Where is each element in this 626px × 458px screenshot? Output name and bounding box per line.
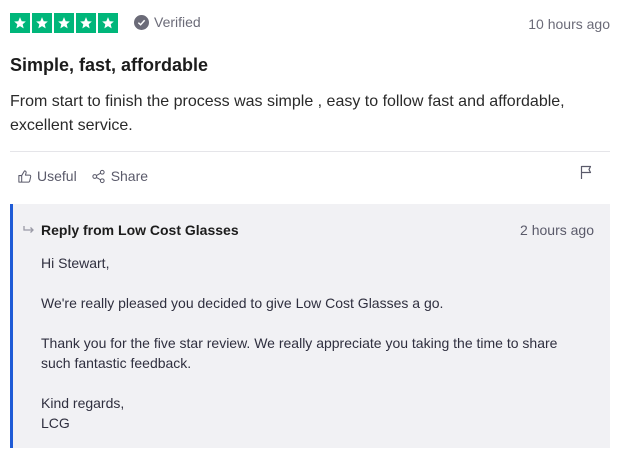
- star-icon: [32, 13, 52, 33]
- divider: [10, 151, 610, 152]
- verified-badge: Verified: [134, 14, 201, 30]
- share-label: Share: [110, 168, 149, 184]
- reply-title: Reply from Low Cost Glasses: [41, 222, 239, 238]
- thumbs-up-icon: [18, 169, 32, 183]
- reply-signoff: Kind regards, LCG: [41, 393, 581, 433]
- star-rating: [10, 13, 118, 33]
- review-text: From start to finish the process was sim…: [10, 93, 565, 134]
- star-icon: [10, 13, 30, 33]
- company-reply: Reply from Low Cost Glasses 2 hours ago …: [10, 204, 610, 448]
- reply-body: Hi Stewart, We're really pleased you dec…: [41, 253, 581, 433]
- review-title: Simple, fast, affordable: [10, 55, 209, 75]
- useful-button[interactable]: Useful: [17, 168, 77, 184]
- reply-paragraph: Thank you for the five star review. We r…: [41, 335, 558, 371]
- star-icon: [76, 13, 96, 33]
- star-icon: [54, 13, 74, 33]
- reply-signoff-name: LCG: [41, 415, 70, 431]
- share-icon: [92, 169, 105, 183]
- reply-paragraph: We're really pleased you decided to give…: [41, 295, 444, 311]
- reply-date: 2 hours ago: [520, 222, 594, 238]
- check-circle-icon: [134, 14, 149, 30]
- review-actions: Useful Share: [17, 168, 148, 184]
- reply-signoff-line: Kind regards,: [41, 395, 125, 411]
- reply-header: Reply from Low Cost Glasses: [23, 222, 239, 238]
- verified-label: Verified: [154, 14, 201, 30]
- reply-arrow-icon: [23, 226, 34, 233]
- useful-label: Useful: [37, 168, 77, 184]
- review-date: 10 hours ago: [528, 16, 610, 32]
- star-icon: [98, 13, 118, 33]
- flag-icon[interactable]: [578, 164, 594, 180]
- reply-paragraph: Hi Stewart,: [41, 255, 110, 271]
- share-button[interactable]: Share: [91, 168, 148, 184]
